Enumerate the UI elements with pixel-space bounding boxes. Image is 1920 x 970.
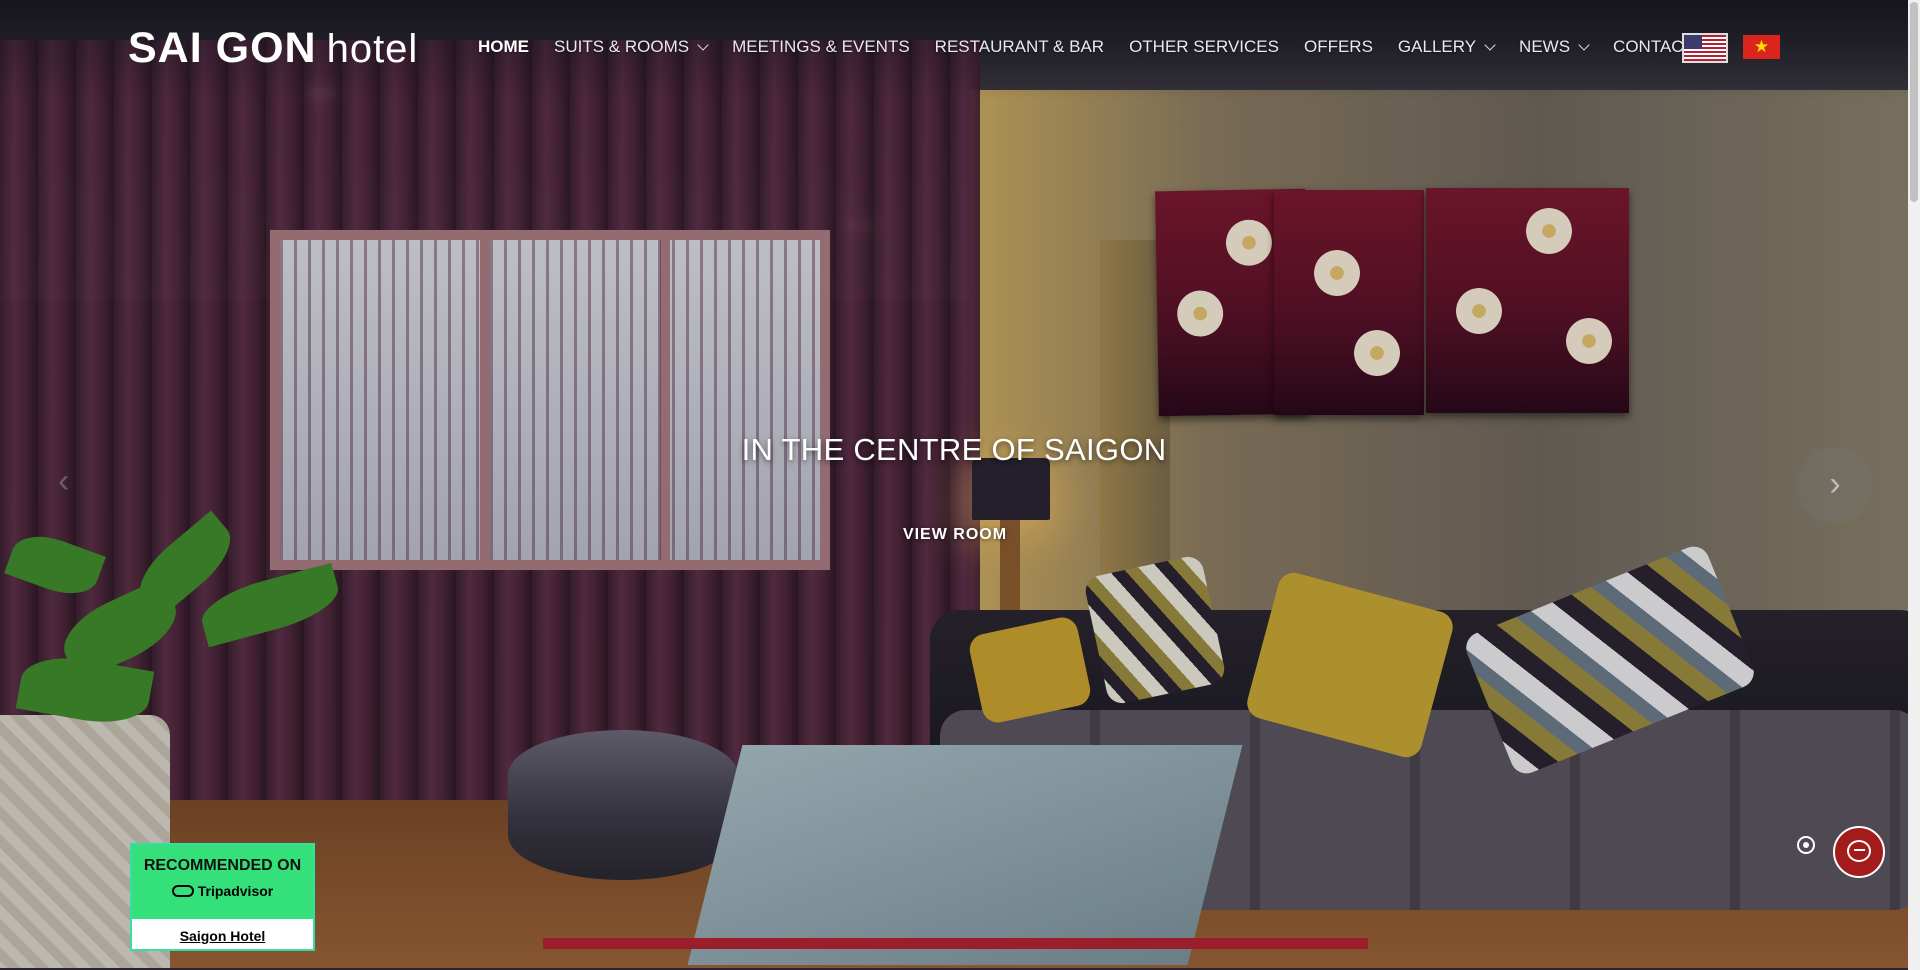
hero-slider bbox=[0, 0, 1908, 968]
view-room-button[interactable]: VIEW ROOM bbox=[870, 526, 1040, 554]
english-flag-icon[interactable] bbox=[1682, 33, 1728, 63]
logo-text: SAI GON bbox=[128, 24, 317, 72]
chevron-right-icon[interactable]: › bbox=[1797, 447, 1873, 523]
nav-offers[interactable]: OFFERS bbox=[1304, 37, 1373, 57]
chevron-down-icon bbox=[1578, 38, 1590, 51]
nav-suits-rooms[interactable]: SUITS & ROOMS bbox=[554, 37, 709, 57]
close-circle-icon[interactable] bbox=[1797, 836, 1815, 854]
logo-subtext: hotel bbox=[326, 27, 419, 71]
chevron-left-icon[interactable]: ‹ bbox=[58, 462, 98, 502]
nav-news[interactable]: NEWS bbox=[1519, 37, 1590, 57]
chat-button[interactable] bbox=[1833, 826, 1885, 878]
scrollbar[interactable] bbox=[1908, 0, 1920, 970]
nav-meetings-events[interactable]: MEETINGS & EVENTS bbox=[732, 37, 910, 57]
site-logo[interactable]: SAI GON hotel bbox=[128, 22, 418, 75]
slide-progress-bar bbox=[543, 938, 1368, 949]
chat-bubble-icon bbox=[1847, 840, 1871, 862]
nav-other-services[interactable]: OTHER SERVICES bbox=[1129, 37, 1279, 57]
slide-title: IN THE CENTRE OF SAIGON bbox=[741, 432, 1167, 467]
tripadvisor-recommended-label: RECOMMENDED ON bbox=[143, 857, 302, 874]
main-nav: HOME SUITS & ROOMS MEETINGS & EVENTS RES… bbox=[478, 37, 1737, 57]
chevron-down-icon bbox=[1484, 38, 1496, 51]
scrollbar-thumb[interactable] bbox=[1910, 2, 1918, 202]
nav-restaurant-bar[interactable]: RESTAURANT & BAR bbox=[935, 37, 1104, 57]
tripadvisor-link[interactable]: Saigon Hotel bbox=[132, 928, 313, 944]
owl-icon bbox=[171, 885, 194, 897]
chevron-down-icon bbox=[697, 38, 709, 51]
nav-home[interactable]: HOME bbox=[478, 37, 529, 57]
site-header: SAI GON hotel HOME SUITS & ROOMS MEETINGS… bbox=[0, 0, 1908, 100]
nav-gallery[interactable]: GALLERY bbox=[1398, 37, 1496, 57]
tripadvisor-logo: Tripadvisor bbox=[132, 883, 313, 899]
tripadvisor-badge: RECOMMENDED ON Tripadvisor Saigon Hotel bbox=[130, 843, 315, 951]
vietnamese-flag-icon[interactable]: ★ bbox=[1743, 35, 1780, 59]
